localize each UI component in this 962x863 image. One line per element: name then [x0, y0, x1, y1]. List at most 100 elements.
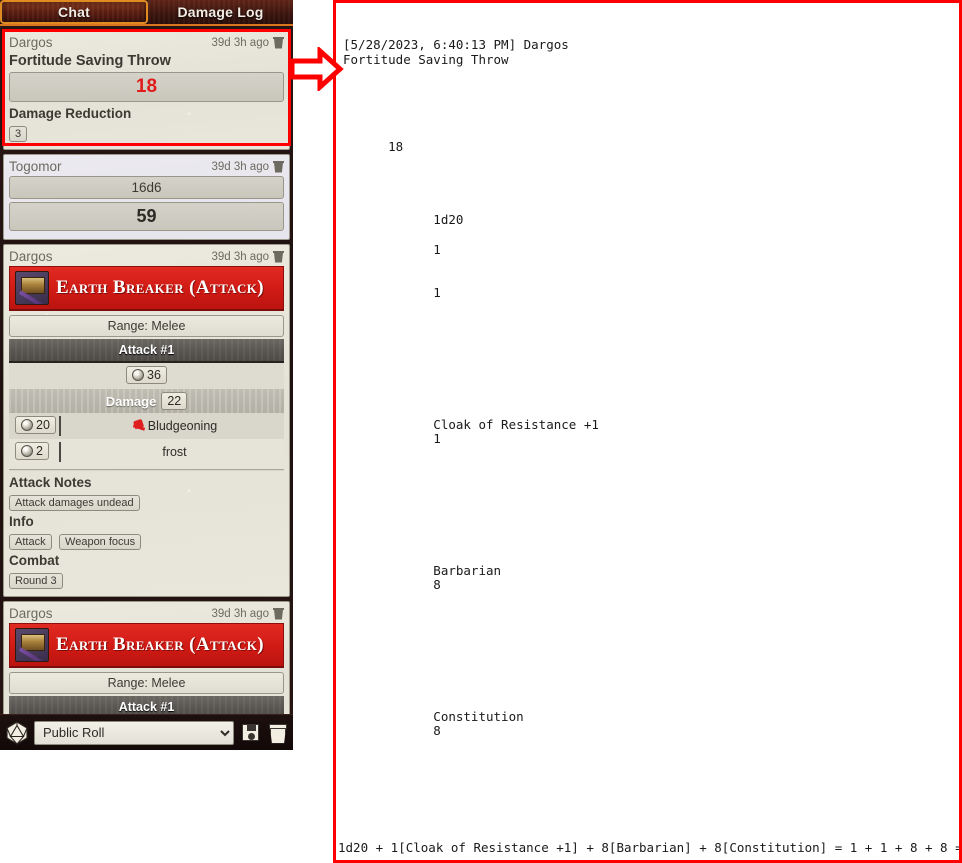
log-line: Cloak of Resistance +1: [343, 416, 599, 432]
attack-title: Earth Breaker (Attack): [56, 634, 265, 655]
log-line: 8: [343, 723, 441, 739]
message-header: Dargos 39d 3h ago: [9, 248, 284, 266]
chat-message[interactable]: Dargos 39d 3h ago Fortitude Saving Throw…: [3, 30, 290, 150]
attack-roll-value: 36: [147, 368, 161, 382]
message-timestamp: 39d 3h ago: [211, 160, 269, 173]
delete-message-icon[interactable]: [273, 36, 284, 49]
die-icon: [132, 369, 145, 381]
chat-toolbar: Public Roll: [0, 714, 293, 750]
log-line: [5/28/2023, 6:40:13 PM] Dargos: [343, 37, 569, 53]
chat-message[interactable]: Dargos 39d 3h ago Earth Breaker (Attack)…: [3, 601, 290, 714]
attack-notes-heading: Attack Notes: [9, 475, 92, 490]
message-header: Dargos 39d 3h ago: [9, 34, 284, 52]
chat-message-list[interactable]: Dargos 39d 3h ago Fortitude Saving Throw…: [0, 26, 293, 714]
attack-note-chip[interactable]: Attack damages undead: [9, 495, 140, 511]
chat-message[interactable]: Dargos 39d 3h ago Earth Breaker (Attack)…: [3, 244, 290, 597]
log-line: 1d20: [343, 212, 464, 228]
dice-total: 59: [9, 202, 284, 231]
damage-value: 20: [36, 418, 50, 432]
combat-chip[interactable]: Round 3: [9, 573, 63, 589]
delete-message-icon[interactable]: [273, 250, 284, 263]
clear-chat-button[interactable]: [266, 721, 288, 745]
attack-roll-row: 36: [9, 363, 284, 389]
log-line: 18: [343, 139, 404, 155]
roll-title: Fortitude Saving Throw: [9, 53, 171, 69]
vtt-chat-panel: Chat Damage Log Dargos 39d 3h ago Fortit…: [0, 0, 293, 750]
log-line: 1: [343, 241, 441, 257]
arrow-right-icon: [289, 45, 345, 93]
message-meta: 39d 3h ago: [211, 250, 284, 263]
damage-type: frost: [65, 445, 284, 459]
pin-icon: [132, 420, 146, 433]
delete-message-icon[interactable]: [273, 160, 284, 173]
raw-log-panel[interactable]: [5/28/2023, 6:40:13 PM] Dargos Fortitude …: [336, 3, 959, 860]
dice-formula: 16d6: [9, 176, 284, 199]
tab-damage-log[interactable]: Damage Log: [148, 0, 293, 24]
log-line: Fortitude Saving Throw: [343, 51, 509, 67]
damage-reduction-value: 3: [9, 126, 28, 142]
attack-range: Range: Melee: [9, 672, 284, 694]
tab-chat[interactable]: Chat: [0, 0, 148, 24]
message-header: Dargos 39d 3h ago: [9, 605, 284, 623]
info-chip[interactable]: Attack: [9, 534, 52, 550]
message-header: Togomor 39d 3h ago: [9, 158, 284, 176]
d20-icon[interactable]: [5, 720, 29, 745]
damage-total-box[interactable]: 22: [161, 392, 188, 410]
log-line: Barbarian: [343, 562, 502, 578]
message-timestamp: 39d 3h ago: [211, 36, 269, 49]
divider: [9, 469, 284, 471]
damage-total-value: 22: [167, 394, 182, 408]
damage-type: Bludgeoning: [65, 419, 284, 433]
tab-damage-log-label: Damage Log: [177, 4, 264, 20]
damage-reduction-label: Damage Reduction: [9, 106, 132, 121]
info-chip[interactable]: Weapon focus: [59, 534, 142, 550]
roll-mode-select[interactable]: Public Roll: [34, 720, 234, 745]
log-formula-line: 1d20 + 1[Cloak of Resistance +1] + 8[Bar…: [338, 840, 962, 855]
attack-banner[interactable]: Earth Breaker (Attack): [9, 623, 284, 668]
message-speaker: Togomor: [9, 159, 62, 174]
tab-chat-label: Chat: [58, 4, 90, 20]
attack-banner[interactable]: Earth Breaker (Attack): [9, 266, 284, 311]
save-button[interactable]: [239, 721, 261, 745]
warhammer-icon: [15, 628, 49, 662]
delete-message-icon[interactable]: [273, 607, 284, 620]
tab-bar: Chat Damage Log: [0, 0, 293, 26]
attack-roll-box[interactable]: 36: [126, 366, 167, 384]
message-meta: 39d 3h ago: [211, 160, 284, 173]
chat-message[interactable]: Togomor 39d 3h ago 16d6 59: [3, 154, 290, 240]
